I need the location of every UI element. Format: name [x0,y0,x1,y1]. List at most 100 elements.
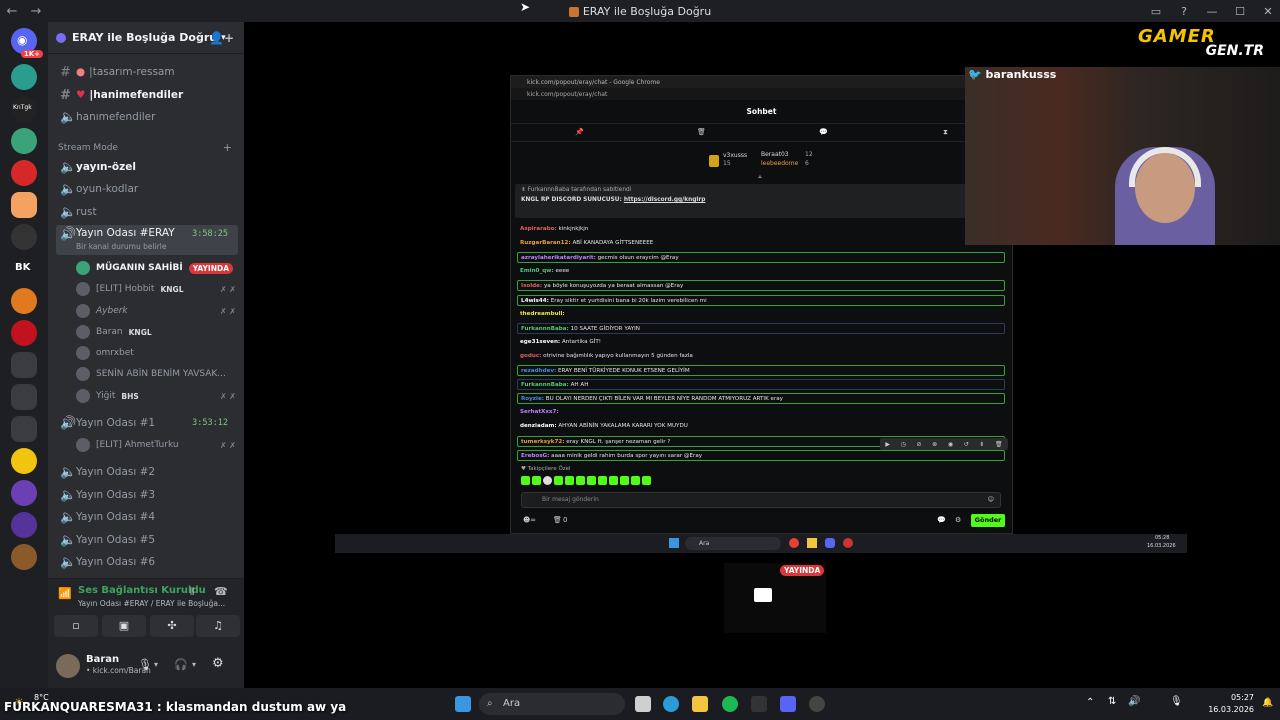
server-icon[interactable] [11,160,37,186]
add-channel-icon[interactable]: + [223,141,232,154]
trash-icon[interactable]: 🗑 [697,128,706,136]
chat-message[interactable]: Isolde: ya böyle konuşuyozda ya beraat a… [517,280,1005,292]
chat-username[interactable]: Royzie: [521,396,544,402]
file-explorer-icon[interactable] [692,696,708,712]
pin-icon[interactable]: 📌 [575,128,584,136]
chat-message-input[interactable]: Bir mesaj gönderin ☺ [521,492,1001,508]
task-view-icon[interactable] [635,696,651,712]
chat-message[interactable]: Royzie: BU OLAYI NERDEN ÇIKTI BİLEN VAR … [517,393,1005,405]
voice-channel-yayin-odasi-3[interactable]: 🔈 Yayın Odası #3 [56,485,238,505]
add-user-icon[interactable]: 👤+ [209,31,234,45]
taskbar-search[interactable]: ⌕ Ara [479,693,625,715]
trash-icon[interactable]: 🗑 [553,516,562,524]
chat-username[interactable]: FurkannnBaba: [521,326,569,332]
server-icon[interactable] [11,64,37,90]
server-icon[interactable] [11,128,37,154]
obs-icon[interactable] [809,696,825,712]
taskbar-clock[interactable]: 05:27 16.03.2026 [1208,692,1254,716]
hourglass-icon[interactable]: ⧗ [943,128,948,137]
voice-channel-rust[interactable]: 🔈 rust [56,202,238,222]
undo-icon[interactable]: ↺ [964,441,969,448]
emote-icon[interactable] [543,476,552,485]
emote-icon[interactable] [642,476,651,485]
close-button[interactable]: ✕ [1256,5,1280,18]
voice-location[interactable]: Yayın Odası #ERAY / ERAY ile Boşluğa... [78,599,225,608]
server-icon[interactable] [11,192,37,218]
chevron-down-icon[interactable]: ⩡ [758,173,762,182]
chat-username[interactable]: SerhatXxx7: [520,409,559,415]
server-header[interactable]: ERAY ile Boşluğa Doğru ▾ 👤+ [48,22,244,54]
minimize-button[interactable]: — [1200,5,1224,18]
camera-off-button[interactable]: ▫ [54,615,98,637]
settings-gear-icon[interactable]: ⚙ [955,516,961,524]
voice-channel-yayin-ozel[interactable]: 🔈 yayın-özel [56,157,238,177]
chat-username[interactable]: tumerksyk72: [521,439,564,445]
edge-icon[interactable] [663,696,679,712]
voice-user[interactable]: [ELIT] AhmetTurku ✗ ✗ [76,435,244,455]
chat-username[interactable]: Aspirarabo: [520,226,557,232]
chevron-down-icon[interactable]: ▾ [154,660,158,669]
chat-username[interactable]: goduc: [520,353,541,359]
nvidia-icon[interactable] [751,696,767,712]
emote-icon[interactable] [620,476,629,485]
chevron-down-icon[interactable]: ▾ [192,660,196,669]
chat-username[interactable]: azraylaherikatardiyarit: [521,255,596,261]
voice-user[interactable]: SENİN ABİN BENİM YAVSAK... [76,364,244,384]
emote-icon[interactable] [631,476,640,485]
voice-user[interactable]: Ayberk ✗ ✗ [76,301,244,321]
voice-channel-hanimefendiler[interactable]: 🔈 hanımefendiler [56,107,238,127]
channel-status[interactable]: Bir kanal durumu belirle [76,242,166,251]
server-icon[interactable]: BK [11,256,37,282]
address-bar[interactable]: kick.com/popout/eray/chat [511,88,1012,100]
chat-message[interactable]: FurkannnBaba: 10 SAATE GİDİYOR YAYIN [517,322,1005,334]
chat-username[interactable]: thedreambull: [520,311,565,317]
spotify-icon[interactable] [722,696,738,712]
chat-username[interactable]: Emin0_qw: [520,268,554,274]
chat-message[interactable]: L4wis44: Eray siktir et yurtdisini bana … [517,294,1005,306]
emote-icon[interactable] [587,476,596,485]
screen-share-button[interactable]: ▣ [102,615,146,637]
settings-gear-icon[interactable]: ⚙ [212,656,224,671]
slash-icon[interactable]: ⊘ [916,441,921,448]
voice-status[interactable]: Ses Bağlantısı Kuruldu [78,585,206,596]
emote-icon[interactable] [565,476,574,485]
microphone-icon[interactable]: 🎙 [138,658,152,671]
chat-username[interactable]: L4wis44: [521,298,549,304]
discord-home-icon[interactable]: ◉ 1K+ [11,28,43,58]
chat-message[interactable]: azraylaherikatardiyarit: gecmis olsun er… [517,252,1005,264]
chat-username[interactable]: ErebosG: [521,453,549,459]
maximize-button[interactable]: ☐ [1228,5,1252,18]
chat-message[interactable]: SerhatXxx7: [517,407,1005,418]
send-button[interactable]: Gönder [971,514,1005,527]
play-icon[interactable]: ▶ [885,441,890,448]
voice-user[interactable]: Yiğit BHS ✗ ✗ [76,386,244,406]
chat-username[interactable]: RuzgarBaran12: [520,240,571,246]
microphone-icon[interactable]: 🎙 [1170,696,1183,707]
voice-channel-yayin-odasi-6[interactable]: 🔈 Yayın Odası #6 [56,552,238,572]
server-icon[interactable] [11,224,37,250]
channel-tasarim-ressam[interactable]: # ● | tasarım-ressam [56,62,238,82]
chat-message[interactable]: FurkannnBaba: AH AH [517,379,1005,391]
volume-icon[interactable]: 🔊 [1128,696,1140,707]
chat-message[interactable]: ege31seven: Antartika GİT! [517,337,1005,348]
discord-icon[interactable] [780,696,796,712]
noise-suppression-icon[interactable]: ⫴ [190,587,194,598]
emoji-icon[interactable]: ☺ [988,493,994,507]
server-icon[interactable] [11,288,37,314]
chat-message[interactable]: Aspirarabo: kinkjnkjkjn [517,224,1005,235]
voice-channel-yayin-odasi-eray[interactable]: 🔊 Yayın Odası #ERAY 3:58:25 Bir kanal du… [56,225,238,255]
chat-message[interactable]: denziadam: AHYAN ABİNİN YAKALAMA KARARI … [517,421,1005,432]
chat-username[interactable]: FurkannnBaba: [521,382,569,388]
chat-bubble-icon[interactable]: 💬 [937,516,946,524]
user-mention-icon[interactable]: ☻∞ [523,516,536,524]
user-icon[interactable]: ◉ [948,441,953,448]
trash-icon[interactable]: 🗑 [995,441,1003,448]
voice-user[interactable]: omrxbet [76,343,244,363]
channel-hanimefendiler[interactable]: # ♥ | hanimefendiler [56,85,238,105]
server-icon[interactable] [11,512,37,538]
clock-icon[interactable]: ◷ [901,441,906,448]
emote-icon[interactable] [554,476,563,485]
emote-icon[interactable] [576,476,585,485]
ban-icon[interactable]: ⊗ [932,441,937,448]
server-icon[interactable] [11,544,37,570]
